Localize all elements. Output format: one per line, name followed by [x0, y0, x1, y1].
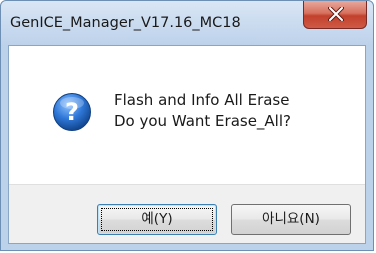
yes-button[interactable]: 예(Y): [97, 204, 217, 235]
window-title: GenICE_Manager_V17.16_MC18: [10, 15, 241, 31]
message-area: ? Flash and Info All Erase Do you Want E…: [9, 46, 365, 184]
message-line-2: Do you Want Erase_All?: [114, 112, 291, 130]
no-button-label: 아니요(N): [262, 211, 320, 227]
dialog-client-area: ? Flash and Info All Erase Do you Want E…: [8, 45, 366, 244]
button-bar: 예(Y) 아니요(N): [9, 184, 365, 243]
message-line-1: Flash and Info All Erase: [114, 91, 290, 109]
question-icon: ?: [53, 93, 91, 131]
title-bar[interactable]: GenICE_Manager_V17.16_MC18: [1, 1, 373, 45]
svg-text:?: ?: [65, 98, 79, 126]
yes-button-label: 예(Y): [141, 211, 173, 227]
message-text: Flash and Info All Erase Do you Want Era…: [114, 90, 291, 132]
message-dialog: GenICE_Manager_V17.16_MC18 ? Flash and I…: [0, 0, 374, 251]
close-button[interactable]: [303, 1, 367, 29]
close-icon: [328, 7, 344, 21]
no-button[interactable]: 아니요(N): [231, 204, 351, 235]
